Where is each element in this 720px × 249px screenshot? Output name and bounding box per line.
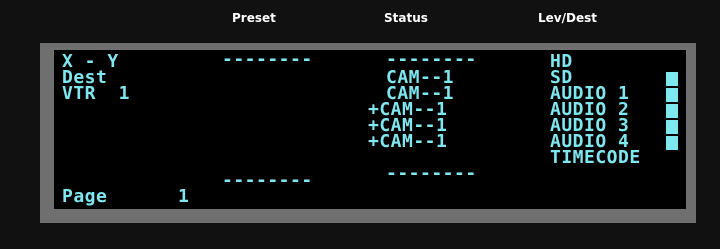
level-label-timecode: TIMECODE xyxy=(550,147,641,168)
preset-top-dashes: -------- xyxy=(222,49,313,70)
page-number: 1 xyxy=(178,186,190,207)
audio-2-indicator xyxy=(666,104,678,118)
status-column-header: Status xyxy=(384,11,428,25)
audio-4-indicator xyxy=(666,136,678,150)
audio-3-indicator xyxy=(666,120,678,134)
status-line: -------- xyxy=(386,49,477,70)
lev-dest-column-header: Lev/Dest xyxy=(538,11,597,25)
sd-indicator xyxy=(666,72,678,86)
status-line: +CAM--1 xyxy=(368,131,448,152)
preset-bottom-dashes: -------- xyxy=(222,170,313,191)
preset-column-header: Preset xyxy=(232,11,276,25)
audio-1-indicator xyxy=(666,88,678,102)
status-line: -------- xyxy=(386,163,477,184)
page-label: Page xyxy=(62,186,108,207)
source-line-vtr: VTR 1 xyxy=(62,83,131,104)
